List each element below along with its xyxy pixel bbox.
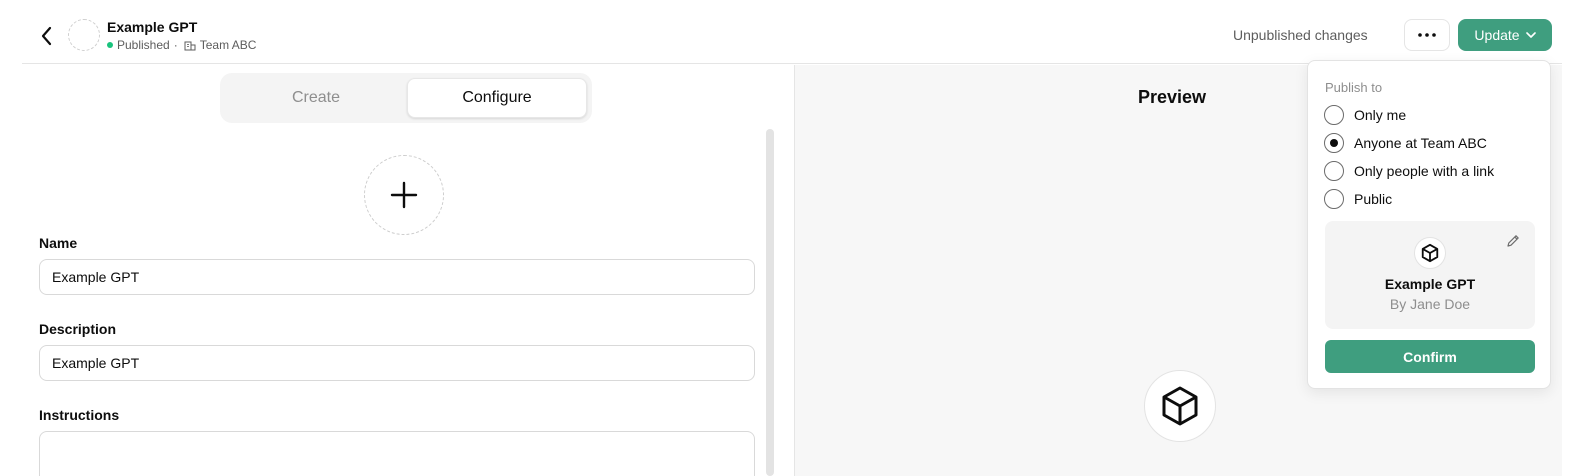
tab-configure[interactable]: Configure	[407, 78, 587, 118]
option-label: Only me	[1354, 107, 1407, 123]
plus-icon	[390, 181, 418, 209]
chevron-down-icon	[1525, 32, 1536, 38]
radio-button-selected[interactable]	[1324, 133, 1344, 153]
gpt-meta: Published · Team ABC	[107, 38, 256, 52]
radio-button[interactable]	[1324, 189, 1344, 209]
description-label: Description	[39, 321, 117, 337]
publish-option-only-me[interactable]: Only me	[1324, 105, 1406, 125]
publish-option-team[interactable]: Anyone at Team ABC	[1324, 133, 1487, 153]
instructions-label: Instructions	[39, 407, 120, 423]
team-name: Team ABC	[199, 38, 257, 52]
cube-icon	[1162, 386, 1198, 426]
gpt-avatar	[68, 19, 100, 51]
ellipsis-icon	[1418, 33, 1436, 37]
meta-separator: ·	[173, 38, 178, 52]
radio-button[interactable]	[1324, 161, 1344, 181]
gpt-title: Example GPT	[107, 19, 198, 35]
radio-button[interactable]	[1324, 105, 1344, 125]
update-button[interactable]: Update	[1458, 19, 1552, 51]
instructions-input[interactable]	[39, 431, 755, 476]
published-status-dot	[107, 42, 113, 48]
chevron-left-icon	[41, 26, 52, 46]
unpublished-changes-text: Unpublished changes	[1233, 27, 1368, 43]
add-avatar-button[interactable]	[364, 155, 444, 235]
option-label: Anyone at Team ABC	[1354, 135, 1487, 151]
more-options-button[interactable]	[1404, 19, 1450, 51]
update-label: Update	[1474, 27, 1520, 43]
radio-dot	[1330, 139, 1338, 147]
name-input[interactable]: Example GPT	[39, 259, 755, 295]
gpt-summary-card: Example GPT By Jane Doe	[1325, 221, 1535, 329]
pencil-icon[interactable]	[1505, 233, 1521, 249]
preview-logo	[1144, 370, 1216, 442]
mode-tabs: Create Configure	[220, 73, 592, 123]
name-label: Name	[39, 235, 78, 251]
option-label: Public	[1354, 191, 1393, 207]
card-gpt-name: Example GPT	[1384, 276, 1476, 292]
description-input[interactable]: Example GPT	[39, 345, 755, 381]
card-avatar	[1414, 237, 1446, 269]
editor-pane: Create Configure Name Example GPT Descri…	[22, 65, 794, 476]
editor-scrollbar[interactable]	[766, 129, 774, 476]
confirm-button[interactable]: Confirm	[1325, 340, 1535, 373]
publish-to-heading: Publish to	[1325, 80, 1383, 95]
publish-option-link[interactable]: Only people with a link	[1324, 161, 1494, 181]
back-button[interactable]	[36, 24, 56, 48]
building-icon	[184, 40, 196, 51]
option-label: Only people with a link	[1354, 163, 1495, 179]
top-bar: Example GPT Published · Team ABC Unpubli…	[22, 0, 1562, 64]
card-author: By Jane Doe	[1389, 296, 1471, 312]
publish-popover: Publish to Only me Anyone at Team ABC On…	[1307, 60, 1551, 389]
tab-create[interactable]: Create	[225, 78, 407, 118]
publish-option-public[interactable]: Public	[1324, 189, 1392, 209]
cube-icon	[1421, 243, 1439, 263]
status-text: Published	[117, 38, 170, 52]
